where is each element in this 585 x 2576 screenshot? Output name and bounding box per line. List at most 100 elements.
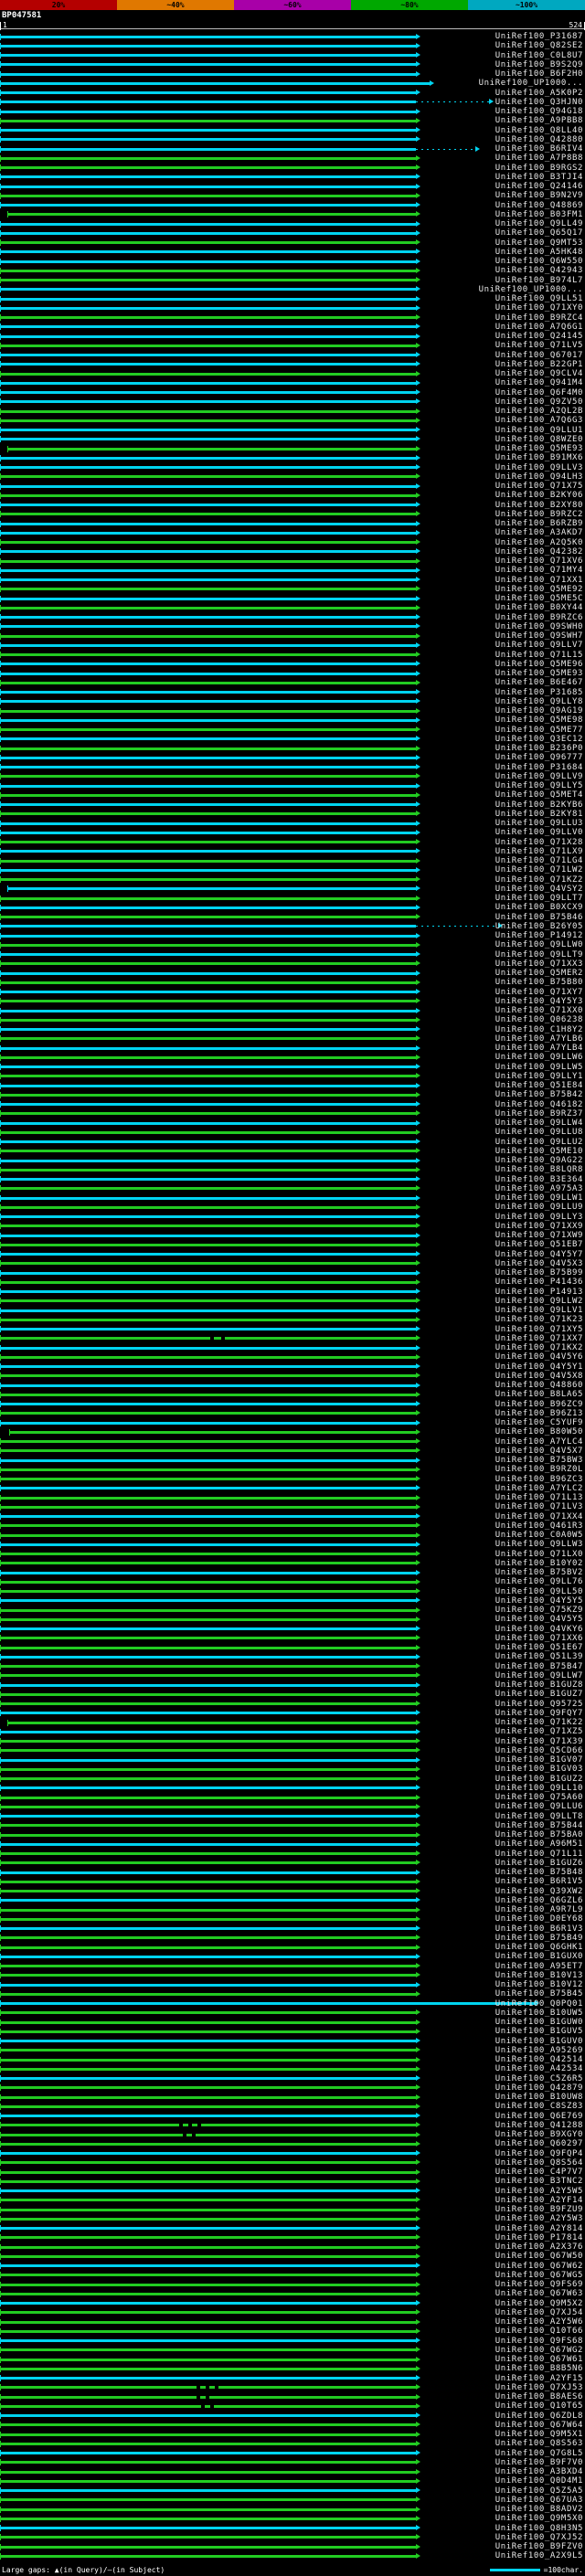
alignment-arrowhead-icon — [416, 1710, 420, 1716]
hit-label: UniRef100_Q41288 — [495, 2120, 583, 2130]
hit-row: UniRef100_Q4V5X3 — [0, 1259, 585, 1268]
alignment-bar — [0, 793, 416, 797]
hit-label: UniRef100_Q42943 — [495, 266, 583, 276]
hit-row: UniRef100_Q42879 — [0, 2083, 585, 2093]
hit-label: UniRef100_B1GUZ7 — [495, 1690, 583, 1700]
alignment-arrowhead-icon — [416, 2375, 420, 2380]
alignment-bar — [0, 2011, 416, 2015]
hit-label: UniRef100_Q9LLW6 — [495, 1053, 583, 1063]
alignment-arrowhead-icon — [416, 379, 420, 386]
hit-label: UniRef100_C8SZ83 — [495, 2102, 583, 2112]
alignment-bar — [0, 2423, 416, 2427]
alignment-bar — [0, 1692, 416, 1696]
alignment-arrowhead-icon — [416, 1756, 420, 1763]
hit-row: UniRef100_Q4Y5Y3 — [0, 997, 585, 1006]
alignment-bar — [0, 1505, 416, 1509]
hit-row: UniRef100_B8LQR8 — [0, 1165, 585, 1174]
hit-label: UniRef100_Q42880 — [495, 134, 583, 144]
alignment-bar — [0, 2442, 416, 2445]
alignment-bar — [0, 175, 416, 179]
alignment-bar — [0, 2479, 416, 2483]
hit-row: UniRef100_Q71KZ2 — [0, 875, 585, 885]
alignment-arrowhead-icon — [416, 1925, 420, 1931]
hit-label: UniRef100_Q10T65 — [495, 2401, 583, 2412]
hit-label: UniRef100_B75B80 — [495, 978, 583, 988]
hit-row: UniRef100_B75B48 — [0, 1868, 585, 1877]
hit-row: UniRef100_Q10T65 — [0, 2401, 585, 2411]
hit-row: UniRef100_Q9LLT9 — [0, 950, 585, 959]
hit-row: UniRef100_Q9M5X0 — [0, 2514, 585, 2523]
alignment-arrowhead-icon — [416, 52, 420, 58]
alignment-arrowhead-icon — [416, 2159, 420, 2166]
alignment-bar — [0, 1478, 416, 1480]
hit-row: UniRef100_P31687 — [0, 32, 585, 41]
hit-row: UniRef100_A42534 — [0, 2064, 585, 2073]
hit-label: UniRef100_Q67W63 — [495, 2289, 583, 2299]
hit-row: UniRef100_B0XCX9 — [0, 903, 585, 912]
alignment-arrowhead-icon — [416, 1035, 420, 1042]
hit-row: UniRef100_B3E364 — [0, 1175, 585, 1184]
alignment-bar — [0, 1374, 416, 1378]
ruler-end-label: 524 — [569, 21, 582, 29]
alignment-bar — [7, 887, 416, 891]
alignment-bar — [0, 2545, 416, 2549]
hit-label: UniRef100_B75B42 — [495, 1090, 583, 1100]
hit-row: UniRef100_Q67WG5 — [0, 2271, 585, 2280]
hit-row: UniRef100_Q9LLW1 — [0, 1193, 585, 1203]
alignment-arrowhead-icon — [416, 286, 420, 292]
hit-label: UniRef100_B91MX6 — [495, 453, 583, 463]
alignment-arrowhead-icon — [416, 1860, 420, 1866]
hit-label: UniRef100_Q5MET4 — [495, 790, 583, 800]
alignment-arrowhead-icon — [416, 342, 420, 348]
hit-row: UniRef100_Q8WZE0 — [0, 435, 585, 444]
hit-row: UniRef100_Q9LLW2 — [0, 1297, 585, 1306]
hit-row: UniRef100_UP1000... — [0, 285, 585, 294]
alignment-bar — [0, 2208, 416, 2211]
hit-row: UniRef100_Q71LX9 — [0, 847, 585, 856]
alignment-arrowhead-icon — [416, 1223, 420, 1229]
hit-label: UniRef100_A96M51 — [495, 1839, 583, 1850]
hit-label: UniRef100_Q5ME98 — [495, 716, 583, 726]
alignment-bar — [0, 925, 416, 928]
hit-label: UniRef100_Q71K23 — [495, 1315, 583, 1325]
hit-label: UniRef100_Q9LLW1 — [495, 1193, 583, 1203]
alignment-bar — [0, 1992, 416, 1996]
hit-row: UniRef100_Q8H3N5 — [0, 2524, 585, 2533]
alignment-arrowhead-icon — [416, 229, 420, 236]
hit-label: UniRef100_Q65Q17 — [495, 228, 583, 239]
alignment-bar — [0, 1917, 416, 1921]
alignment-arrowhead-icon — [416, 1672, 420, 1679]
hit-row: UniRef100_Q9FS69 — [0, 2280, 585, 2289]
hit-row: UniRef100_Q7XJ53 — [0, 2383, 585, 2392]
alignment-arrowhead-icon — [416, 2103, 420, 2109]
hit-label: UniRef100_Q9LLT9 — [495, 949, 583, 959]
alignment-arrowhead-icon — [416, 1016, 420, 1023]
hit-label: UniRef100_Q7XJ54 — [495, 2307, 583, 2317]
hit-row: UniRef100_A7Q6G3 — [0, 416, 585, 425]
ruler-line — [0, 28, 585, 29]
hit-label: UniRef100_Q8H3N5 — [495, 2523, 583, 2533]
hit-label: UniRef100_B9N2V9 — [495, 191, 583, 201]
hit-label: UniRef100_B1GUZ8 — [495, 1680, 583, 1690]
hit-row: UniRef100_A5K0P2 — [0, 89, 585, 98]
hit-label: UniRef100_B8B5N6 — [495, 2364, 583, 2374]
hit-row: UniRef100_Q4Y5Y1 — [0, 1362, 585, 1372]
alignment-bar — [0, 578, 416, 581]
hit-overview-page: { "query": { "name": "BP047581" }, "rule… — [0, 0, 585, 2576]
hit-label: UniRef100_Q0D4M1 — [495, 2476, 583, 2486]
hit-row: UniRef100_Q71XX4 — [0, 1512, 585, 1521]
alignment-bar — [0, 54, 416, 57]
hit-row: UniRef100_Q71L13 — [0, 1493, 585, 1502]
hit-label: UniRef100_Q24146 — [495, 182, 583, 191]
alignment-bar — [0, 1262, 416, 1266]
alignment-bar — [0, 1290, 416, 1293]
hit-row: UniRef100_B9RZ37 — [0, 1109, 585, 1118]
hit-label: UniRef100_A2Y5W5 — [495, 2186, 583, 2196]
hit-label: UniRef100_B96ZC9 — [495, 1399, 583, 1409]
alignment-arrowhead-icon — [416, 2178, 420, 2184]
hit-row: UniRef100_Q5ME93 — [0, 669, 585, 678]
alignment-bar — [0, 2124, 416, 2127]
hit-row: UniRef100_A7P8B8 — [0, 154, 585, 163]
alignment-arrowhead-icon — [416, 1953, 420, 1959]
alignment-bar — [0, 297, 416, 301]
